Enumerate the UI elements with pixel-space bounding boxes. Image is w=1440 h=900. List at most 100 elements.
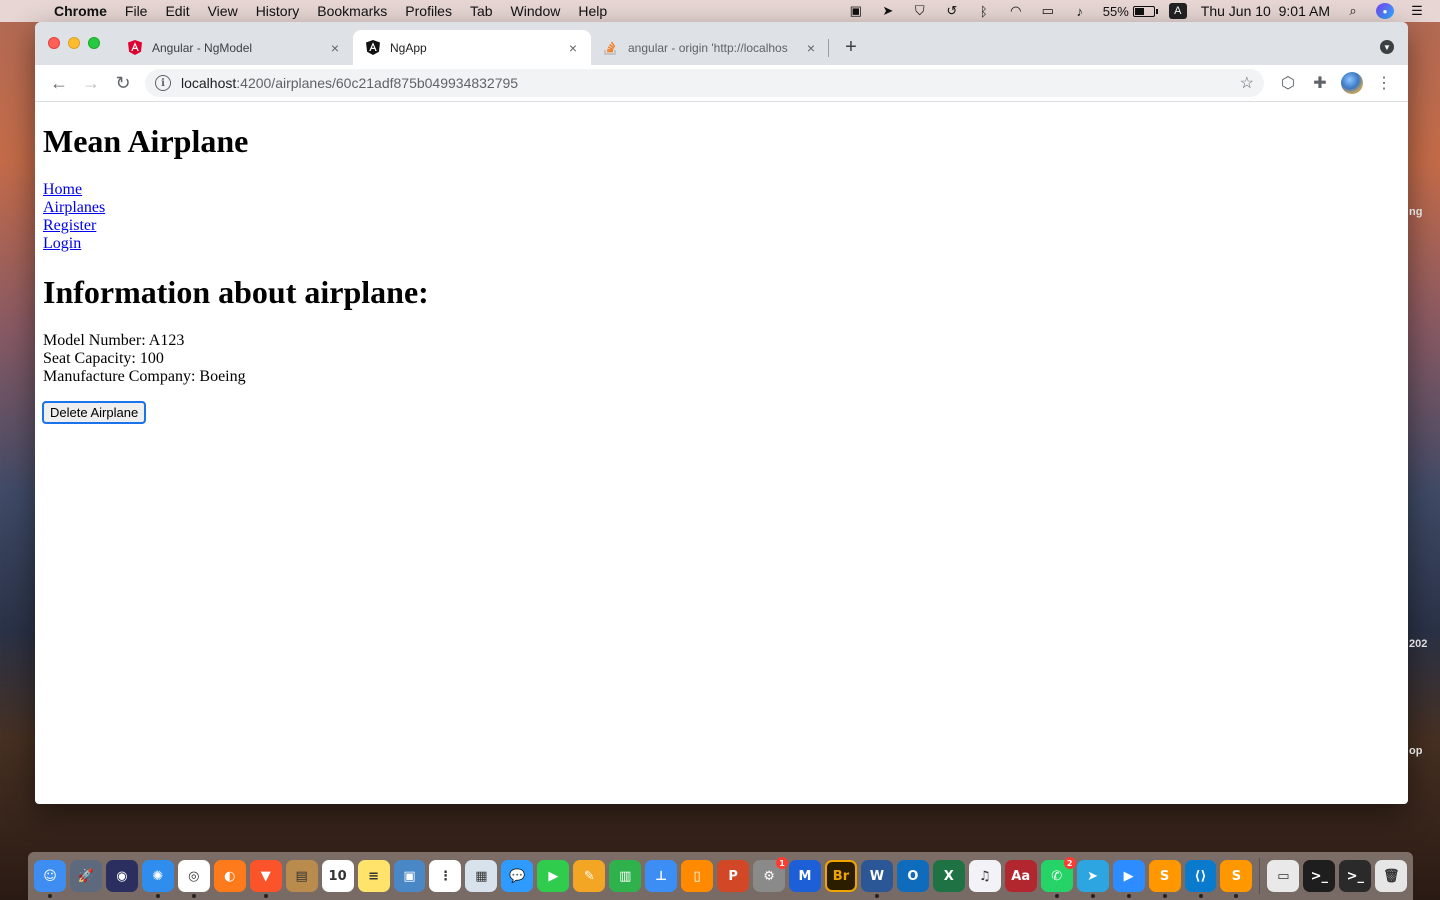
shield-icon[interactable]: ⛉	[911, 3, 929, 19]
pages-icon[interactable]: ✎	[573, 860, 606, 892]
bluetooth-icon[interactable]: ᛒ	[975, 3, 993, 19]
terminal-thumb-icon[interactable]: >_	[1303, 860, 1336, 892]
tab-ngapp[interactable]: NgApp ×	[353, 30, 591, 65]
telegram-icon[interactable]: ➤	[1076, 860, 1109, 898]
close-tab-icon[interactable]: ×	[803, 40, 819, 56]
nav-link-register[interactable]: Register	[43, 217, 1400, 235]
contacts-icon[interactable]: ▤	[285, 860, 318, 892]
spotlight-search-icon[interactable]: ⌕	[1344, 3, 1362, 19]
nvidia-window-thumb-icon[interactable]: ▭	[1267, 860, 1300, 892]
back-icon[interactable]: ←	[43, 69, 75, 97]
excel-icon[interactable]: X	[932, 860, 965, 892]
dock-glyph: ☺	[43, 868, 57, 884]
clock[interactable]: Thu Jun 10 9:01 AM	[1201, 3, 1330, 19]
reminders-icon[interactable]: ⋮	[429, 860, 462, 892]
facetime-icon[interactable]: ▶	[537, 860, 570, 892]
launchpad-icon[interactable]: 🚀	[69, 860, 102, 892]
calendar-icon[interactable]: 10	[321, 860, 354, 892]
nav-link-home[interactable]: Home	[43, 181, 1400, 199]
running-indicator	[1198, 894, 1203, 898]
menu-help[interactable]: Help	[569, 3, 616, 19]
screen-record-icon[interactable]: ▣	[847, 3, 865, 19]
profile-avatar[interactable]	[1336, 69, 1368, 97]
keynote-icon[interactable]: ⊥	[645, 860, 678, 892]
bookmark-star-icon[interactable]: ☆	[1240, 73, 1254, 93]
whatsapp-icon[interactable]: ✆ 2	[1040, 857, 1076, 898]
sublime-icon[interactable]: S	[1148, 860, 1181, 898]
zoom-icon[interactable]: ▶	[1112, 860, 1145, 898]
powerpoint-icon[interactable]: P	[717, 860, 750, 892]
menu-file[interactable]: File	[116, 3, 157, 19]
chrome-icon[interactable]: ◎	[177, 860, 210, 898]
dock-glyph: 10	[328, 868, 347, 884]
wifi-icon[interactable]: ◠	[1007, 3, 1025, 19]
model-number-text: Model Number: A123	[43, 332, 185, 349]
menu-bar: Chrome File Edit View History Bookmarks …	[0, 0, 1440, 22]
maximize-window-button[interactable]	[88, 37, 100, 49]
photos-viewer-icon[interactable]: ▦	[465, 860, 498, 892]
forward-icon[interactable]: →	[75, 69, 107, 97]
chrome-menu-icon[interactable]: ⋮	[1368, 69, 1400, 97]
volume-icon[interactable]: ♪	[1071, 3, 1089, 19]
menu-history[interactable]: History	[247, 3, 309, 19]
menu-bookmarks[interactable]: Bookmarks	[308, 3, 396, 19]
battery-status[interactable]: 55%	[1103, 4, 1158, 19]
dock-glyph: ⟨⟩	[1194, 868, 1207, 884]
books-icon[interactable]: ▯	[681, 860, 714, 892]
menu-view[interactable]: View	[199, 3, 247, 19]
menu-app-name[interactable]: Chrome	[40, 3, 116, 19]
extensions-puzzle-icon[interactable]: ✚	[1304, 69, 1336, 97]
tab-angular-ngmodel[interactable]: Angular - NgModel ×	[115, 30, 353, 65]
outlook-icon[interactable]: O	[896, 860, 929, 892]
malwarebytes-icon[interactable]: M	[789, 860, 821, 892]
airplay-icon[interactable]: ▭	[1039, 3, 1057, 19]
menu-tab[interactable]: Tab	[461, 3, 502, 19]
reload-icon[interactable]: ↻	[107, 69, 139, 97]
input-source-icon[interactable]: A	[1168, 3, 1187, 19]
dock-glyph: ⊥	[655, 868, 668, 884]
menu-profiles[interactable]: Profiles	[396, 3, 461, 19]
delete-airplane-button[interactable]: Delete Airplane	[41, 401, 147, 424]
close-tab-icon[interactable]: ×	[327, 40, 343, 56]
preview-icon[interactable]: ▣	[393, 860, 426, 892]
itunes-icon[interactable]: ♫	[968, 860, 1001, 892]
nav-link-airplanes[interactable]: Airplanes	[43, 199, 1400, 217]
notes-icon[interactable]: ≡	[357, 860, 390, 892]
sublime-merge-icon[interactable]: S	[1220, 860, 1253, 898]
close-window-button[interactable]	[48, 37, 60, 49]
tab-search-icon[interactable]: ▼	[1380, 40, 1394, 54]
close-tab-icon[interactable]: ×	[565, 40, 581, 56]
address-bar[interactable]: i localhost:4200/airplanes/60c21adf875b0…	[145, 69, 1264, 97]
url-path: :4200/airplanes/60c21adf875b049934832795	[236, 75, 519, 91]
extension-cube-icon[interactable]: ⬡	[1272, 69, 1304, 97]
word-icon[interactable]: W	[860, 860, 893, 898]
finder-icon[interactable]: ☺	[34, 860, 66, 898]
running-indicator	[155, 894, 160, 898]
nav-link-login[interactable]: Login	[43, 235, 1400, 253]
navigation-app-icon[interactable]: ➤	[879, 3, 897, 19]
dictionary-icon[interactable]: Aa	[1004, 860, 1037, 892]
messages-icon[interactable]: 💬	[501, 860, 534, 892]
siri-icon[interactable]: ◉	[105, 860, 138, 892]
notification-badge: 2	[1063, 857, 1076, 869]
siri-menu-icon[interactable]: ●	[1376, 3, 1394, 19]
numbers-icon[interactable]: ▥	[609, 860, 642, 892]
time-machine-icon[interactable]: ↺	[943, 3, 961, 19]
vscode-icon[interactable]: ⟨⟩	[1184, 860, 1217, 898]
firefox-icon[interactable]: ◐	[213, 860, 246, 892]
tab-stackoverflow[interactable]: angular - origin 'http://localhos ×	[591, 30, 829, 65]
system-preferences-icon[interactable]: ⚙ 1	[753, 857, 789, 892]
brave-icon[interactable]: ▼	[249, 860, 282, 898]
bridge-icon[interactable]: Br	[824, 860, 857, 892]
new-tab-icon[interactable]: +	[837, 33, 865, 61]
terminal-thumb-2-icon[interactable]: >_	[1339, 860, 1372, 892]
menu-edit[interactable]: Edit	[156, 3, 198, 19]
trash-icon[interactable]: 🗑	[1375, 860, 1408, 892]
notification-center-icon[interactable]: ☰	[1408, 3, 1426, 19]
dock-glyph: ⚙	[763, 868, 775, 884]
site-info-icon[interactable]: i	[155, 75, 171, 91]
menu-window[interactable]: Window	[502, 3, 570, 19]
desktop-label-fragment: op	[1409, 745, 1423, 757]
minimize-window-button[interactable]	[68, 37, 80, 49]
safari-icon[interactable]: ✺	[141, 860, 174, 898]
